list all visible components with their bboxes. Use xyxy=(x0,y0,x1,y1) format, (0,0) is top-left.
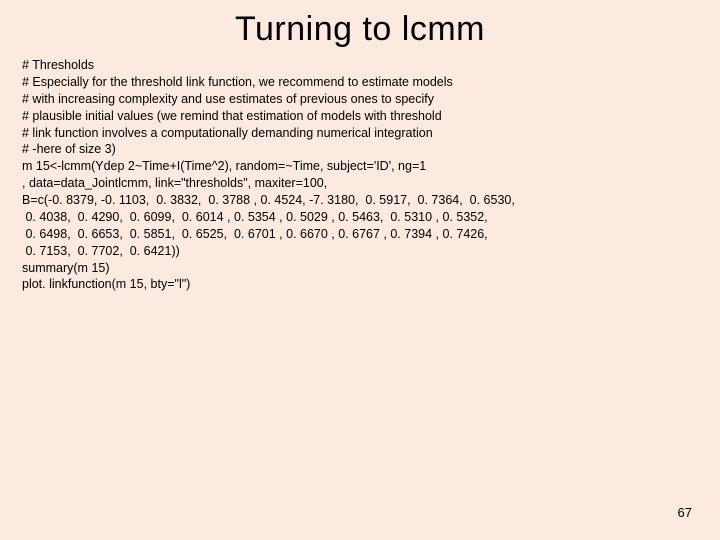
page-number: 67 xyxy=(678,505,692,520)
slide: Turning to lcmm # Thresholds # Especiall… xyxy=(0,0,720,540)
slide-body: # Thresholds # Especially for the thresh… xyxy=(0,57,720,293)
slide-title: Turning to lcmm xyxy=(0,0,720,57)
